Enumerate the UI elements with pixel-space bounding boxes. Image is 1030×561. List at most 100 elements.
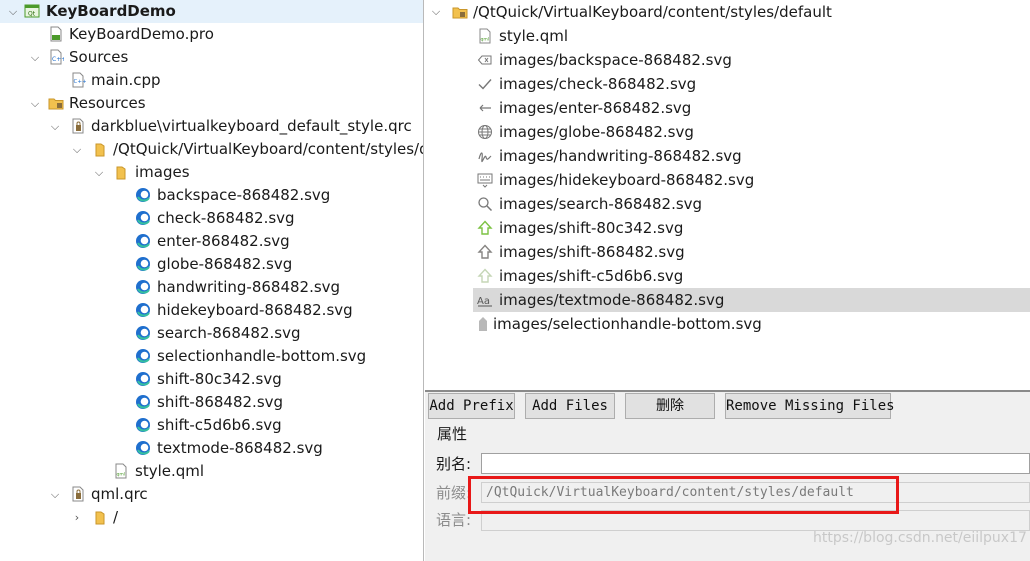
pro-file-label: KeyBoardDemo.pro (69, 25, 214, 43)
folder-icon (116, 166, 126, 180)
resource-editor: ⌵ /QtQuick/VirtualKeyboard/content/style… (425, 0, 1030, 561)
svg-text:C++: C++ (74, 79, 87, 85)
add-files-button[interactable]: Add Files (525, 393, 615, 419)
textmode-icon: Aa (477, 296, 492, 307)
tree-item-main-cpp[interactable]: C++ main.cpp (0, 69, 423, 92)
resource-file-row[interactable]: images/backspace-868482.svg (425, 48, 1030, 72)
svg-file-icon (136, 372, 150, 386)
resource-file-row-selected[interactable]: Aa images/textmode-868482.svg (425, 288, 1030, 312)
enter-icon (479, 104, 491, 112)
remove-missing-files-button[interactable]: Remove Missing Files (725, 393, 895, 419)
tree-item-svg-file[interactable]: shift-868482.svg (0, 391, 423, 414)
alias-label: 别名: (436, 455, 472, 473)
svg-file-icon (136, 326, 150, 340)
svg-file-icon (136, 395, 150, 409)
svg-file-label: handwriting-868482.svg (157, 278, 341, 296)
svg-file-label: selectionhandle-bottom.svg (157, 347, 367, 365)
svg-file-label: search-868482.svg (157, 324, 301, 342)
svg-file-icon (136, 303, 150, 317)
language-label: 语言: (436, 511, 472, 529)
qml-file-icon: qml (479, 28, 491, 44)
tree-item-project-root[interactable]: ⌵ Qt KeyBoardDemo (0, 0, 423, 23)
tree-item-pro-file[interactable]: KeyBoardDemo.pro (0, 23, 423, 46)
tree-item-qml-prefix[interactable]: › / (0, 506, 423, 529)
svg-file-icon (136, 188, 150, 202)
resource-file-label: images/hidekeyboard-868482.svg (499, 171, 755, 189)
folder-icon (452, 7, 468, 19)
tree-item-svg-file[interactable]: handwriting-868482.svg (0, 276, 423, 299)
tree-item-svg-file[interactable]: search-868482.svg (0, 322, 423, 345)
chevron-down-icon[interactable]: ⌵ (6, 0, 20, 23)
resource-file-row[interactable]: images/globe-868482.svg (425, 120, 1030, 144)
tree-item-resources[interactable]: ⌵ Resources (0, 92, 423, 115)
delete-button[interactable]: 删除 (625, 393, 715, 419)
shift-green-icon (477, 220, 493, 235)
tree-item-svg-file[interactable]: textmode-868482.svg (0, 437, 423, 460)
chevron-right-icon[interactable]: › (70, 506, 84, 529)
sources-label: Sources (69, 48, 129, 66)
svg-text:qml: qml (481, 37, 490, 43)
chevron-down-icon[interactable]: ⌵ (28, 92, 42, 115)
tree-item-svg-file[interactable]: hidekeyboard-868482.svg (0, 299, 423, 322)
tree-item-prefix[interactable]: ⌵ /QtQuick/VirtualKeyboard/content/style… (0, 138, 423, 161)
chevron-down-icon[interactable]: ⌵ (92, 161, 106, 184)
resource-file-row[interactable]: images/enter-868482.svg (425, 96, 1030, 120)
chevron-down-icon[interactable]: ⌵ (70, 138, 84, 161)
tree-item-svg-file[interactable]: enter-868482.svg (0, 230, 423, 253)
pro-file-icon (50, 26, 62, 42)
resource-file-label: images/enter-868482.svg (499, 99, 692, 117)
project-tree[interactable]: ⌵ Qt KeyBoardDemo KeyBoardDemo.pro ⌵ C++… (0, 0, 424, 561)
handwriting-icon (478, 152, 492, 163)
properties-group-title: 属性 (437, 425, 468, 443)
search-icon (478, 197, 493, 212)
svg-file-label: shift-c5d6b6.svg (157, 416, 282, 434)
tree-item-svg-file[interactable]: globe-868482.svg (0, 253, 423, 276)
add-prefix-button[interactable]: Add Prefix (428, 393, 515, 419)
red-annotation-box (468, 476, 899, 514)
tree-item-qml-qrc[interactable]: ⌵ qml.qrc (0, 483, 423, 506)
chevron-down-icon[interactable]: ⌵ (28, 46, 42, 69)
tree-item-svg-file[interactable]: shift-c5d6b6.svg (0, 414, 423, 437)
tree-item-svg-file[interactable]: shift-80c342.svg (0, 368, 423, 391)
tree-item-style-qml[interactable]: qml style.qml (0, 460, 423, 483)
resource-file-row[interactable]: images/search-868482.svg (425, 192, 1030, 216)
resource-file-row[interactable]: images/shift-c5d6b6.svg (425, 264, 1030, 288)
shift-light-icon (477, 268, 493, 283)
resource-file-label: style.qml (499, 27, 569, 45)
resource-file-label: images/shift-c5d6b6.svg (499, 267, 684, 285)
qrc-file-icon (72, 118, 84, 134)
selectionhandle-icon (479, 317, 487, 331)
svg-text:C++: C++ (52, 56, 64, 63)
alias-input[interactable] (481, 453, 1030, 474)
resource-file-row[interactable]: images/shift-80c342.svg (425, 216, 1030, 240)
tree-item-sources[interactable]: ⌵ C++ Sources (0, 46, 423, 69)
keyboard-icon (477, 173, 493, 188)
qml-file-icon: qml (115, 463, 127, 479)
qml-prefix-label: / (113, 508, 119, 526)
tree-item-svg-file[interactable]: backspace-868482.svg (0, 184, 423, 207)
qrc-file-icon (72, 486, 84, 502)
resource-file-label: images/globe-868482.svg (499, 123, 694, 141)
svg-file-icon (136, 257, 150, 271)
svg-file-label: enter-868482.svg (157, 232, 290, 250)
cpp-file-icon: C++ (72, 72, 87, 88)
chevron-down-icon[interactable]: ⌵ (48, 483, 62, 506)
chevron-down-icon[interactable]: ⌵ (429, 0, 443, 23)
svg-file-icon (136, 349, 150, 363)
tree-item-svg-file[interactable]: check-868482.svg (0, 207, 423, 230)
resource-file-list[interactable]: ⌵ /QtQuick/VirtualKeyboard/content/style… (425, 0, 1030, 390)
svg-file-label: shift-80c342.svg (157, 370, 282, 388)
resource-file-row[interactable]: images/handwriting-868482.svg (425, 144, 1030, 168)
resource-file-row[interactable]: qml style.qml (425, 24, 1030, 48)
chevron-down-icon[interactable]: ⌵ (48, 115, 62, 138)
tree-item-images-folder[interactable]: ⌵ images (0, 161, 423, 184)
resource-prefix-row[interactable]: ⌵ /QtQuick/VirtualKeyboard/content/style… (425, 0, 1030, 24)
tree-item-svg-file[interactable]: selectionhandle-bottom.svg (0, 345, 423, 368)
tree-item-default-style-qrc[interactable]: ⌵ darkblue\virtualkeyboard_default_style… (0, 115, 423, 138)
check-icon (478, 79, 492, 90)
resource-file-row[interactable]: images/hidekeyboard-868482.svg (425, 168, 1030, 192)
resource-file-row[interactable]: images/check-868482.svg (425, 72, 1030, 96)
resource-file-row[interactable]: images/selectionhandle-bottom.svg (425, 312, 1030, 336)
resource-file-row[interactable]: images/shift-868482.svg (425, 240, 1030, 264)
resource-file-label: images/shift-80c342.svg (499, 219, 684, 237)
